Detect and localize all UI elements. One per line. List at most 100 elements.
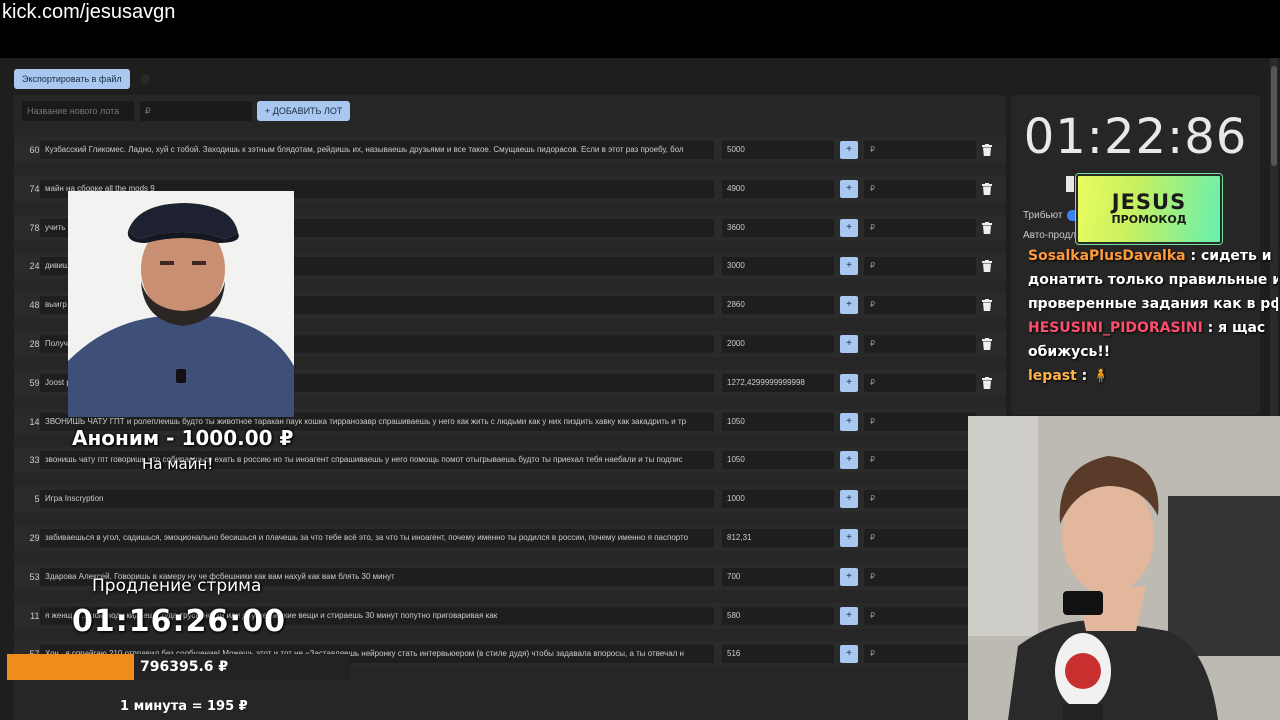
chat-username[interactable]: lepast	[1028, 368, 1077, 384]
lot-add-button[interactable]: +	[840, 568, 858, 586]
lot-row: 29. забиваешься в угол, садишься, эмоцион…	[14, 525, 1006, 551]
chat-message: lepast : 🧍	[1028, 364, 1278, 388]
lot-add-button[interactable]: +	[840, 607, 858, 625]
lot-add-amount-input[interactable]: ₽	[864, 180, 976, 198]
lot-number: 53.	[29, 572, 42, 582]
lot-add-button[interactable]: +	[840, 141, 858, 159]
trash-icon[interactable]	[982, 219, 996, 237]
new-lot-price-input[interactable]	[140, 101, 252, 121]
lot-add-amount-input[interactable]: ₽	[864, 296, 976, 314]
lot-add-button[interactable]: +	[840, 374, 858, 392]
scrollbar-thumb[interactable]	[1271, 66, 1277, 166]
timer-control-button[interactable]	[1066, 176, 1074, 192]
lot-add-button[interactable]: +	[840, 180, 858, 198]
lot-add-amount-input[interactable]: ₽	[864, 413, 976, 431]
lot-row: 5. Игра Inscryption 1000 + ₽	[14, 486, 1006, 512]
donation-donor: Аноним - 1000.00 ₽	[72, 426, 294, 450]
lot-add-amount-input[interactable]: ₽	[864, 490, 976, 508]
trash-icon[interactable]	[982, 257, 996, 275]
lot-amount-input[interactable]: 2860	[722, 296, 834, 314]
chat-text: : сидеть и	[1185, 248, 1272, 264]
lot-add-button[interactable]: +	[840, 257, 858, 275]
lot-number: 28.	[29, 339, 42, 349]
rate-text: 1 минута = 195 ₽	[120, 699, 248, 714]
lot-add-amount-input[interactable]: ₽	[864, 451, 976, 469]
chat-message: HESUSINI_PIDORASINI : я щас	[1028, 316, 1278, 340]
lot-number: 74.	[29, 184, 42, 194]
lot-amount-input[interactable]: 1000	[722, 490, 834, 508]
lot-amount-input[interactable]: 1050	[722, 451, 834, 469]
extension-label: Продление стрима	[92, 576, 262, 596]
lot-add-button[interactable]: +	[840, 529, 858, 547]
lot-add-amount-input[interactable]: ₽	[864, 645, 976, 663]
lot-row: 60. Кузбасский Гликомес. Ладно, хуй с тоб…	[14, 137, 1006, 163]
lot-amount-input[interactable]: 700	[722, 568, 834, 586]
trash-icon[interactable]	[982, 296, 996, 314]
lot-add-button[interactable]: +	[840, 451, 858, 469]
lot-add-amount-input[interactable]: ₽	[864, 374, 976, 392]
promo-title: JESUS	[1111, 190, 1187, 214]
add-lot-button[interactable]: + ДОБАВИТЬ ЛОТ	[257, 101, 351, 121]
promo-subtitle: ПРОМОКОД	[1111, 213, 1187, 226]
chat-text: : я щас	[1202, 320, 1266, 336]
lot-amount-input[interactable]: 2000	[722, 335, 834, 353]
lot-number: 48.	[29, 300, 42, 310]
streamer-illustration	[968, 416, 1280, 720]
lot-number: 33.	[29, 455, 42, 465]
lot-add-button[interactable]: +	[840, 413, 858, 431]
lot-add-amount-input[interactable]: ₽	[864, 335, 976, 353]
trash-icon[interactable]	[982, 141, 996, 159]
lot-number: 24.	[29, 261, 42, 271]
trash-icon[interactable]	[982, 335, 996, 353]
lot-add-amount-input[interactable]: ₽	[864, 529, 976, 547]
lot-amount-input[interactable]: 3600	[722, 219, 834, 237]
goal-progress-bar: 796395.6 ₽	[7, 654, 350, 680]
lot-amount-input[interactable]: 5000	[722, 141, 834, 159]
lot-add-button[interactable]: +	[840, 335, 858, 353]
lot-amount-input[interactable]: 1272,4299999999998	[722, 374, 834, 392]
lot-description-input[interactable]: Игра Inscryption	[40, 490, 714, 508]
lot-add-button[interactable]: +	[840, 645, 858, 663]
auto-extend-label: Авто-продл	[1023, 230, 1077, 241]
lot-add-amount-input[interactable]: ₽	[864, 219, 976, 237]
donation-message: На майн!	[142, 455, 214, 473]
lot-number: 59.	[29, 378, 42, 388]
chat-username[interactable]: SosalkaPlusDavalka	[1028, 248, 1186, 264]
promo-code-badge[interactable]: JESUS ПРОМОКОД	[1076, 174, 1222, 244]
webcam-donor-image	[68, 191, 294, 417]
lot-amount-input[interactable]: 3000	[722, 257, 834, 275]
lot-add-amount-input[interactable]: ₽	[864, 568, 976, 586]
lot-amount-input[interactable]: 4900	[722, 180, 834, 198]
lot-amount-input[interactable]: 580	[722, 607, 834, 625]
lot-add-button[interactable]: +	[840, 490, 858, 508]
trash-icon[interactable]	[982, 180, 996, 198]
lot-number: 60.	[29, 145, 42, 155]
chat-username[interactable]: HESUSINI_PIDORASINI	[1028, 320, 1203, 336]
chat-text: донатить только прaвильные и	[1028, 272, 1278, 288]
new-lot-name-input[interactable]	[22, 101, 134, 121]
chat-text: проверенные задания как в рф	[1028, 296, 1278, 312]
lot-add-amount-input[interactable]: ₽	[864, 257, 976, 275]
lot-number: 14.	[29, 417, 42, 427]
timer-display: 01:22:86	[1023, 109, 1248, 165]
lot-amount-input[interactable]: 516	[722, 645, 834, 663]
lot-add-button[interactable]: +	[840, 296, 858, 314]
lot-amount-input[interactable]: 1050	[722, 413, 834, 431]
lot-number: 11.	[30, 611, 42, 621]
lot-number: 5.	[34, 494, 42, 504]
lot-number: 78.	[29, 223, 42, 233]
export-button[interactable]: Экспортировать в файл	[14, 69, 130, 89]
person-illustration	[68, 191, 294, 417]
lot-description-input[interactable]: Кузбасский Гликомес. Ладно, хуй с тобой.…	[40, 141, 714, 159]
lot-add-amount-input[interactable]: ₽	[864, 607, 976, 625]
lot-amount-input[interactable]: 812,31	[722, 529, 834, 547]
lot-description-input[interactable]: забиваешься в угол, садишься, эмоциональ…	[40, 529, 714, 547]
status-dot	[140, 74, 150, 84]
extension-timer: 01:16:26:00	[72, 604, 286, 639]
lot-add-amount-input[interactable]: ₽	[864, 141, 976, 159]
chat-message: обижусь!!	[1028, 340, 1278, 364]
trash-icon[interactable]	[982, 374, 996, 392]
goal-progress-value: 796395.6 ₽	[140, 659, 229, 675]
chat-message: SosalkaPlusDavalka : сидеть и	[1028, 244, 1278, 268]
lot-add-button[interactable]: +	[840, 219, 858, 237]
